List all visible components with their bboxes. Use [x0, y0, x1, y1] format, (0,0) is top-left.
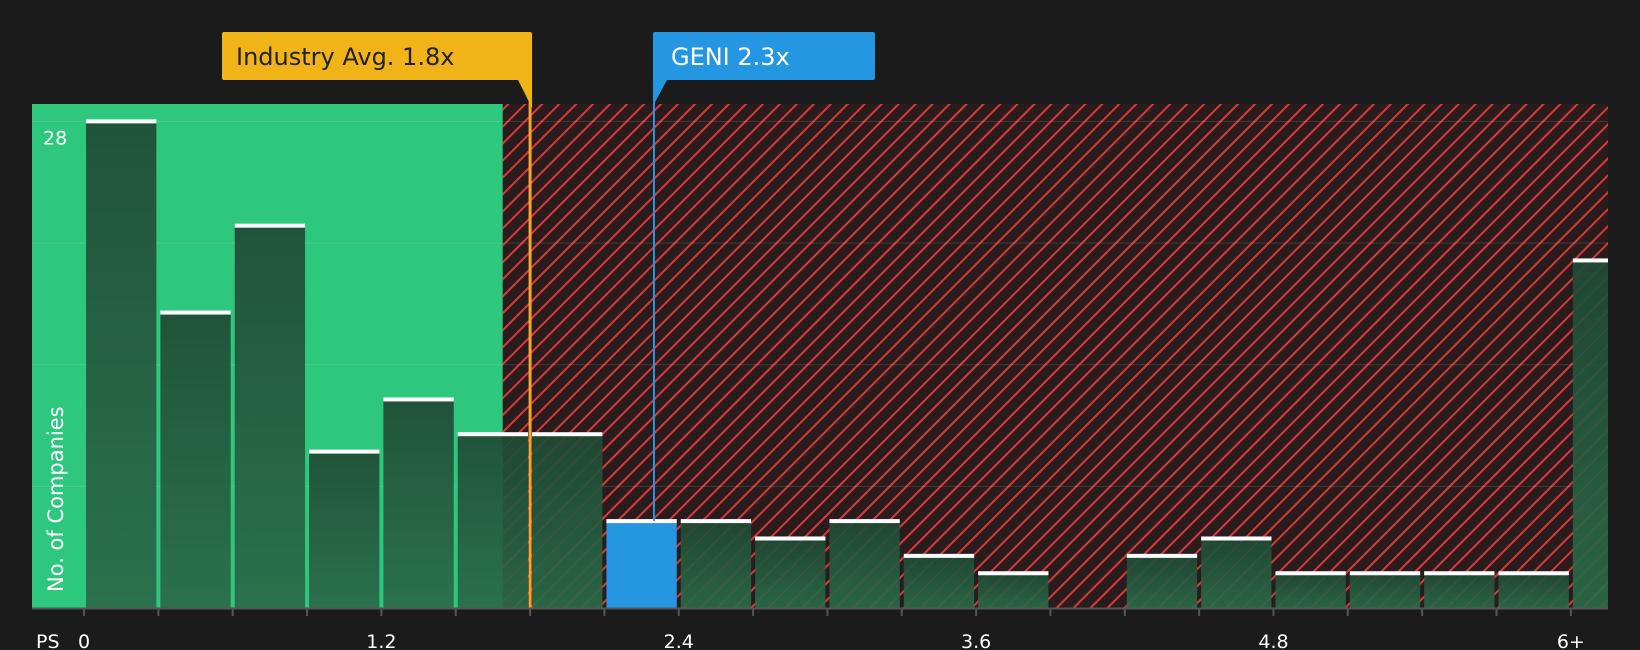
bar-2: [234, 225, 306, 609]
bar-0: [86, 121, 157, 609]
bar-cap-12: [978, 571, 1049, 576]
bar-cap-10: [829, 519, 900, 524]
bar-cap-11: [903, 553, 975, 558]
bar-1: [160, 312, 231, 608]
bar-cap-3: [309, 449, 380, 454]
x-axis-label: PS: [36, 631, 60, 650]
bar-cap-18: [1424, 571, 1495, 576]
ps-ratio-histogram: Industry Avg. 1.8x GENI 2.3x 0 1.2 2.4 3.6 4…: [32, 32, 1608, 650]
industry-avg-label: Industry Avg. 1.8x: [236, 43, 454, 71]
bar-cap-2: [234, 223, 306, 228]
x-tick-label-2: 2.4: [664, 631, 694, 650]
company-callout: GENI 2.3x: [652, 32, 875, 106]
bar-14: [1126, 555, 1198, 608]
bar-15: [1201, 538, 1272, 608]
bar-cap-4: [383, 397, 454, 402]
bar-cap-16: [1275, 571, 1346, 576]
x-tick-label-5: 6+: [1557, 631, 1585, 650]
bar-cap-0: [86, 119, 157, 124]
bar-12: [978, 573, 1049, 608]
x-tick-label-4: 4.8: [1258, 631, 1288, 650]
bar-cap-9: [755, 536, 826, 541]
bar-16: [1275, 573, 1346, 608]
bar-19: [1498, 573, 1569, 608]
bar-cap-6: [532, 432, 603, 437]
company-label: GENI 2.3x: [671, 43, 790, 71]
bar-cap-1: [160, 310, 231, 315]
bar-8: [680, 521, 752, 608]
bar-7: [606, 521, 677, 608]
y-axis-label: No. of Companies: [44, 406, 68, 592]
x-tick-label-1: 1.2: [366, 631, 396, 650]
bar-cap-17: [1349, 571, 1421, 576]
bar-3: [309, 451, 380, 608]
bar-cap-20: [1572, 258, 1608, 263]
bar-6: [532, 434, 603, 608]
bar-cap-15: [1201, 536, 1272, 541]
bar-cap-14: [1126, 553, 1198, 558]
bar-9: [755, 538, 826, 608]
bar-cap-7: [606, 519, 677, 524]
x-tick-label-3: 3.6: [961, 631, 991, 650]
bar-5: [457, 434, 529, 608]
x-tick-label-0: 0: [78, 631, 90, 650]
bar-18: [1424, 573, 1495, 608]
industry-avg-callout: Industry Avg. 1.8x: [222, 32, 533, 108]
bar-17: [1349, 573, 1421, 608]
x-axis-ticks: 0 1.2 2.4 3.6 4.8 6+: [78, 608, 1585, 650]
bar-4: [383, 399, 454, 608]
bar-cap-19: [1498, 571, 1569, 576]
bar-11: [903, 555, 975, 608]
bar-cap-5: [457, 432, 529, 437]
y-axis-tick-28: 28: [43, 127, 67, 149]
bar-cap-8: [680, 519, 752, 524]
bar-20: [1572, 260, 1608, 608]
bar-10: [829, 521, 900, 608]
